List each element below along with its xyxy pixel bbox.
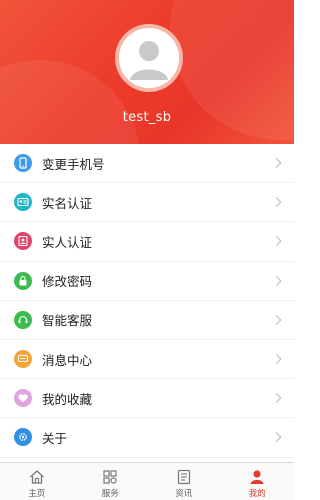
menu-item-label: 消息中心 (42, 352, 93, 368)
id-card-icon (14, 193, 32, 212)
menu-item-label: 实名认证 (42, 195, 93, 211)
menu-item-real-name-auth[interactable]: 实名认证 (0, 183, 294, 223)
menu-item-my-favorites[interactable]: 我的收藏 (0, 379, 294, 419)
tab-label: 我的 (248, 489, 266, 499)
avatar[interactable] (115, 24, 183, 92)
settings-menu: 变更手机号 实名认证 实人认证 修改密码 智能客服 消息中心 我的收藏 关于 (0, 144, 294, 458)
tab-label: 主页 (28, 489, 46, 499)
phone-icon (14, 154, 32, 173)
menu-item-label: 变更手机号 (42, 156, 105, 172)
tab-mine[interactable]: 我的 (221, 463, 295, 500)
home-icon (29, 470, 44, 484)
username: test_sb (122, 110, 172, 125)
tab-services[interactable]: 服务 (74, 463, 148, 500)
menu-item-label: 智能客服 (42, 313, 93, 329)
chevron-right-icon (271, 314, 282, 325)
tab-news[interactable]: 资讯 (147, 463, 221, 500)
bottom-tab-bar: 主页 服务 资讯 我的 (0, 462, 294, 500)
tab-label: 服务 (101, 489, 119, 499)
customer-service-icon (14, 310, 32, 329)
menu-item-about[interactable]: 关于 (0, 418, 294, 458)
chevron-right-icon (271, 354, 282, 364)
menu-item-smart-service[interactable]: 智能客服 (0, 300, 294, 340)
menu-item-message-center[interactable]: 消息中心 (0, 339, 294, 380)
menu-item-label: 实人认证 (42, 234, 93, 250)
menu-item-change-phone[interactable]: 变更手机号 (0, 144, 294, 184)
grid-icon (103, 470, 117, 484)
lock-icon (14, 271, 32, 290)
avatar-placeholder-icon (119, 28, 179, 88)
menu-item-real-person-auth[interactable]: 实人认证 (0, 222, 294, 262)
tab-home[interactable]: 主页 (0, 463, 74, 500)
profile-header: test_sb (0, 0, 294, 144)
tab-label: 资讯 (175, 489, 193, 499)
menu-item-label: 我的收藏 (42, 391, 93, 407)
menu-item-label: 修改密码 (42, 274, 93, 290)
heart-icon (14, 389, 32, 408)
news-icon (177, 469, 190, 485)
gear-icon (14, 428, 32, 447)
chevron-right-icon (271, 236, 282, 247)
menu-item-label: 关于 (42, 430, 68, 446)
chevron-right-icon (271, 158, 282, 169)
message-icon (14, 350, 32, 369)
user-icon (250, 470, 264, 484)
chevron-right-icon (271, 275, 282, 286)
person-verify-icon (14, 232, 32, 251)
chevron-right-icon (271, 197, 282, 208)
chevron-right-icon (271, 432, 282, 443)
chevron-right-icon (271, 393, 282, 404)
menu-item-change-password[interactable]: 修改密码 (0, 261, 294, 301)
